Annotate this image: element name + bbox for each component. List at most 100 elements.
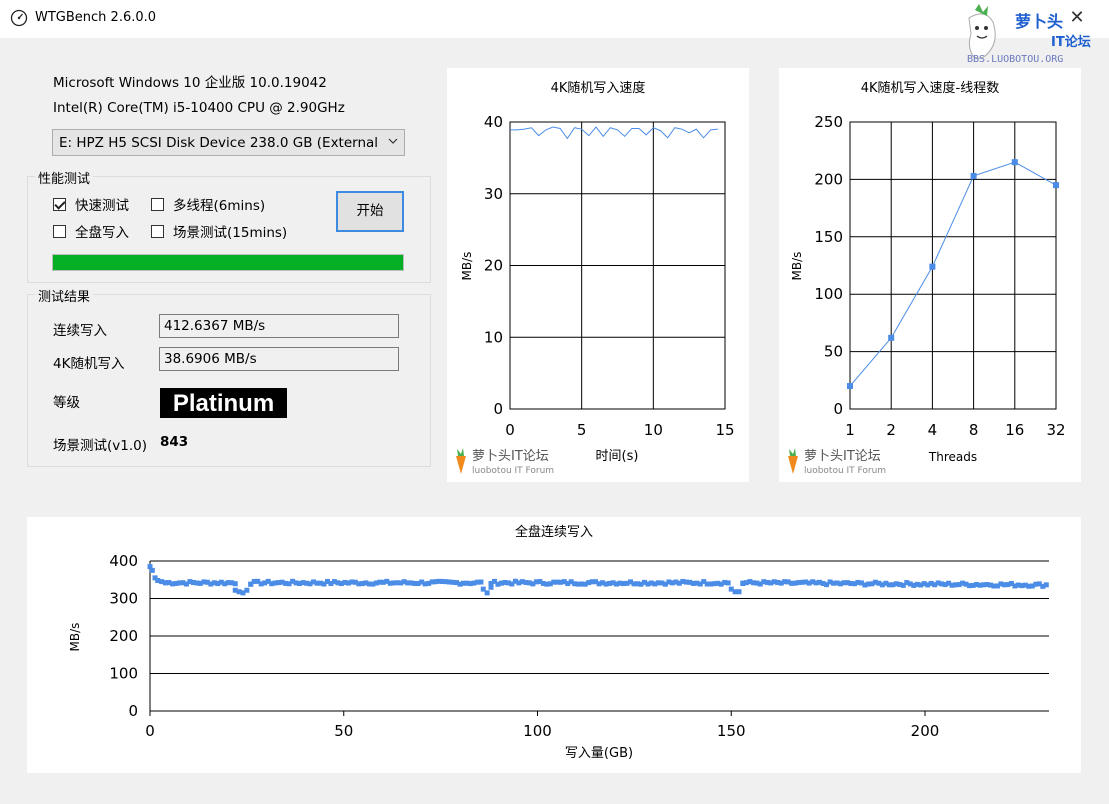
close-button[interactable]: ✕ [1066, 7, 1088, 29]
multithread-checkbox[interactable]: 多线程(6mins) [151, 194, 265, 214]
x-axis-label: 写入量(GB) [565, 746, 633, 761]
y-tick-label: 20 [484, 257, 503, 275]
x-tick-label: 1 [845, 421, 855, 439]
y-tick-label: 250 [814, 113, 843, 131]
y-axis-label: MB/s [460, 252, 474, 281]
data-point [1011, 159, 1018, 166]
full-write-chart: 全盘连续写入 0 100 200 300 400 0 50 100 150 200 写入量(GB) MB… [27, 517, 1081, 773]
chart-title: 4K随机写入速度 [551, 80, 646, 96]
watermark-sub: luobotou IT Forum [804, 466, 886, 476]
y-tick-label: 100 [814, 285, 843, 303]
x-tick-label: 150 [717, 722, 746, 740]
x-tick-label: 2 [886, 421, 896, 439]
y-tick-label: 50 [824, 343, 843, 361]
x-tick-label: 8 [969, 421, 979, 439]
chevron-down-icon [388, 138, 398, 144]
svg-text:IT论坛: IT论坛 [1051, 34, 1091, 50]
seq-write-label: 连续写入 [53, 323, 107, 339]
y-tick-label: 0 [833, 400, 843, 418]
x-tick-label: 100 [523, 722, 552, 740]
x-tick-label: 15 [715, 421, 734, 439]
data-point [1053, 182, 1059, 189]
svg-text:BBS.LUOBOTOU.ORG: BBS.LUOBOTOU.ORG [967, 54, 1063, 65]
data-point [244, 587, 250, 593]
watermark-text: 萝卜头IT论坛 [804, 449, 881, 464]
carrot-icon [456, 456, 466, 474]
results-title: 测试结果 [35, 286, 94, 305]
y-tick-label: 400 [109, 552, 138, 570]
checkbox-icon [151, 197, 164, 211]
y-tick-label: 30 [484, 185, 503, 203]
y-tick-label: 10 [484, 328, 503, 346]
disk-select[interactable]: E: HPZ H5 SCSI Disk Device 238.0 GB (Ext… [52, 129, 405, 156]
title-bar: WTGBench 2.6.0.0 萝卜头 IT论坛 BBS.LUOBOTOU.O… [0, 0, 1109, 65]
data-point [929, 263, 936, 270]
rand4k-value: 38.6906 MB/s [159, 347, 399, 371]
x-tick-label: 16 [1005, 421, 1024, 439]
data-point [888, 334, 895, 341]
cpu-info: Intel(R) Core(TM) i5-10400 CPU @ 2.90GHz [53, 100, 345, 116]
data-point [484, 590, 490, 596]
perf-test-title: 性能测试 [35, 168, 94, 187]
scenario-label: 场景测试(v1.0) [53, 438, 147, 454]
x-tick-label: 50 [334, 722, 353, 740]
x-tick-label: 0 [505, 421, 515, 439]
checkbox-icon [151, 224, 164, 238]
leaf-icon [457, 448, 464, 456]
data-point [725, 580, 731, 586]
forum-watermark: 萝卜头IT论坛 luobotou IT Forum [456, 448, 554, 476]
y-tick-label: 0 [493, 400, 503, 418]
leaf-icon [789, 448, 796, 456]
scenario-test-checkbox[interactable]: 场景测试(15mins) [151, 221, 287, 241]
y-axis-label: MB/s [68, 623, 82, 652]
chart-title: 4K随机写入速度-线程数 [861, 80, 1000, 96]
start-button[interactable]: 开始 [336, 191, 404, 232]
x-axis-label: 时间(s) [596, 449, 639, 464]
grade-badge: Platinum [160, 388, 287, 418]
os-info: Microsoft Windows 10 企业版 10.0.19042 [53, 75, 327, 91]
y-tick-label: 100 [109, 665, 138, 683]
x-tick-label: 32 [1046, 421, 1065, 439]
y-axis-label: MB/s [790, 252, 804, 281]
forum-watermark: 萝卜头IT论坛 luobotou IT Forum [788, 448, 886, 476]
seq-write-value: 412.6367 MB/s [159, 314, 399, 338]
y-tick-label: 0 [128, 702, 138, 720]
test-progress-bar [52, 254, 404, 271]
svg-text:萝卜头: 萝卜头 [1015, 12, 1063, 31]
plot-frame [849, 121, 1057, 410]
checkbox-checked-icon [53, 197, 66, 211]
series-line [849, 161, 1057, 387]
carrot-icon [788, 456, 798, 474]
x-axis-label: Threads [928, 450, 977, 464]
disk-select-value: E: HPZ H5 SCSI Disk Device 238.0 GB (Ext… [59, 135, 379, 151]
x-tick-label: 5 [577, 421, 587, 439]
progress-fill [53, 255, 403, 270]
data-point [847, 383, 853, 390]
data-point [478, 579, 484, 585]
rand4k-label: 4K随机写入 [53, 356, 125, 372]
y-tick-label: 300 [109, 590, 138, 608]
y-tick-label: 40 [484, 113, 503, 131]
y-tick-label: 200 [814, 170, 843, 188]
chart-title: 全盘连续写入 [515, 524, 593, 540]
scenario-value: 843 [160, 434, 189, 450]
rand4k-threads-chart: 4K随机写入速度-线程数 1 2 4 8 16 32 0 50 100 150 200 250 Threa… [779, 68, 1081, 482]
data-point [736, 589, 742, 595]
data-point [1043, 582, 1049, 588]
checkbox-icon [53, 224, 66, 238]
rand4k-time-chart: 4K随机写入速度 0 5 10 15 0 10 20 30 40 时间(s) MB/s 萝卜头IT论坛 l… [447, 68, 749, 482]
x-tick-label: 10 [644, 421, 663, 439]
series-line [510, 126, 718, 140]
x-tick-label: 0 [145, 722, 155, 740]
quick-test-checkbox[interactable]: 快速测试 [53, 194, 129, 214]
data-point [149, 567, 155, 573]
x-tick-label: 4 [928, 421, 938, 439]
watermark-sub: luobotou IT Forum [472, 466, 554, 476]
grade-label: 等级 [53, 395, 80, 411]
speedometer-icon [10, 9, 28, 27]
data-point [232, 581, 238, 587]
y-tick-label: 200 [109, 627, 138, 645]
window-title: WTGBench 2.6.0.0 [35, 10, 157, 25]
y-tick-label: 150 [814, 228, 843, 246]
full-write-checkbox[interactable]: 全盘写入 [53, 221, 129, 241]
